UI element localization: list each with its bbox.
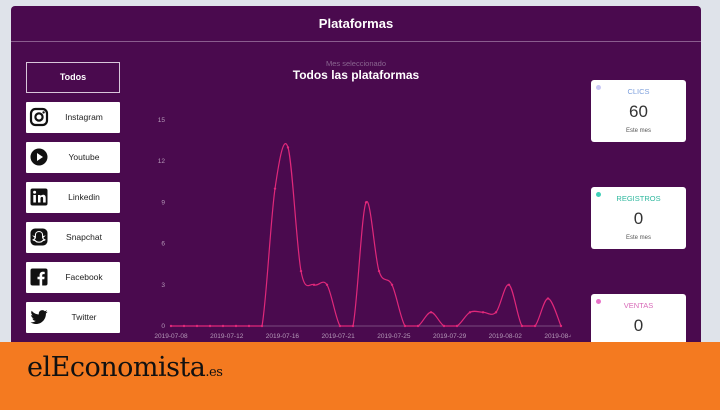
kpi-label: CLICS — [627, 87, 650, 96]
kpi-value: 0 — [633, 316, 644, 335]
data-point — [351, 324, 355, 328]
x-tick-label: 2019-08-02 — [489, 333, 523, 340]
data-point — [507, 283, 511, 286]
data-point — [481, 311, 485, 314]
logo-main: elEconomista — [27, 352, 206, 383]
kpi-label: REGISTROS — [616, 194, 661, 203]
x-tick-label: 2019-08-06 — [544, 333, 571, 340]
data-point — [429, 311, 433, 314]
data-point — [260, 324, 264, 328]
y-tick-label: 6 — [161, 241, 165, 248]
data-point — [390, 283, 394, 286]
data-point — [338, 324, 342, 328]
data-point — [546, 297, 550, 300]
sidebar-item-label: Linkedin — [68, 192, 100, 202]
data-point — [208, 324, 212, 328]
y-tick-label: 0 — [161, 323, 165, 330]
youtube-icon — [30, 148, 48, 166]
data-point — [273, 187, 277, 190]
data-point — [286, 146, 290, 149]
platforms-panel: Plataformas Todos Instagram Youtube Link… — [11, 6, 701, 346]
snapchat-icon — [30, 228, 48, 246]
x-tick-label: 2019-07-29 — [433, 333, 467, 340]
kpi-value: 60 — [629, 102, 648, 121]
x-tick-label: 2019-07-08 — [154, 333, 188, 340]
kpi-label: VENTAS — [623, 301, 654, 310]
data-point — [195, 324, 199, 328]
linkedin-icon — [30, 188, 48, 206]
data-point — [234, 324, 238, 328]
data-point — [468, 311, 472, 314]
line-chart: 0 3 6 9 12 15 2019-07-08 2019-07-12 2019-07-16 20… — [154, 117, 571, 340]
y-tick-label: 12 — [158, 158, 166, 165]
eleconomista-logo[interactable]: elEconomista.es — [27, 352, 223, 383]
data-point — [247, 324, 251, 328]
kpi-card-clicks: CLICS 60 Este mes — [591, 80, 686, 142]
data-point — [377, 269, 381, 273]
sidebar-item-label: Twitter — [71, 312, 97, 322]
data-point — [182, 324, 186, 328]
sidebar-item-linkedin[interactable]: Linkedin — [26, 182, 120, 213]
data-point — [416, 324, 420, 328]
data-point — [533, 324, 537, 328]
sidebar-item-youtube[interactable]: Youtube — [26, 142, 120, 173]
series-line — [170, 143, 562, 327]
y-tick-label: 3 — [161, 282, 165, 289]
sidebar-item-label: Instagram — [65, 112, 103, 122]
chart-title: Todos las plataformas — [292, 68, 420, 82]
panel-header: Plataformas — [11, 6, 701, 42]
x-tick-label: 2019-07-12 — [210, 333, 244, 340]
sidebar-item-twitter[interactable]: Twitter — [26, 302, 120, 333]
data-point — [169, 324, 173, 328]
x-tick-label: 2019-07-25 — [377, 333, 411, 340]
data-point — [299, 269, 303, 273]
selected-month-label: Mes seleccionado — [325, 59, 387, 68]
data-point — [364, 201, 368, 204]
y-tick-label: 9 — [161, 199, 165, 206]
data-point — [221, 324, 225, 328]
logo-suffix: .es — [205, 365, 223, 380]
data-point — [312, 283, 316, 286]
kpi-card-registros: REGISTROS 0 Este mes — [591, 187, 686, 249]
sidebar-item-snapchat[interactable]: Snapchat — [26, 222, 120, 253]
data-point — [455, 324, 459, 328]
sidebar-item-all[interactable]: Todos — [26, 62, 120, 93]
sidebar-item-label: Snapchat — [66, 232, 102, 242]
sidebar-item-instagram[interactable]: Instagram — [26, 102, 120, 133]
facebook-icon — [30, 268, 48, 286]
data-point — [559, 324, 563, 328]
sidebar-item-facebook[interactable]: Facebook — [26, 262, 120, 293]
kpi-sub: Este mes — [625, 128, 651, 134]
kpi-card-ventas: VENTAS 0 — [591, 294, 686, 346]
kpi-sub: Este mes — [625, 235, 651, 241]
instagram-icon — [29, 107, 49, 127]
data-point — [325, 283, 329, 286]
data-point — [442, 324, 446, 328]
y-tick-label: 15 — [158, 117, 166, 124]
page-title: Plataformas — [318, 16, 394, 31]
x-tick-label: 2019-07-21 — [322, 333, 356, 340]
data-point — [520, 324, 524, 328]
x-tick-label: 2019-07-16 — [266, 333, 300, 340]
data-point — [494, 311, 498, 314]
kpi-value: 0 — [633, 209, 644, 228]
sidebar-item-label: Youtube — [68, 152, 100, 162]
twitter-icon — [30, 310, 48, 324]
sidebar-item-label: Facebook — [65, 272, 103, 282]
data-point — [403, 324, 407, 328]
footer-banner: elEconomista.es — [0, 342, 720, 410]
